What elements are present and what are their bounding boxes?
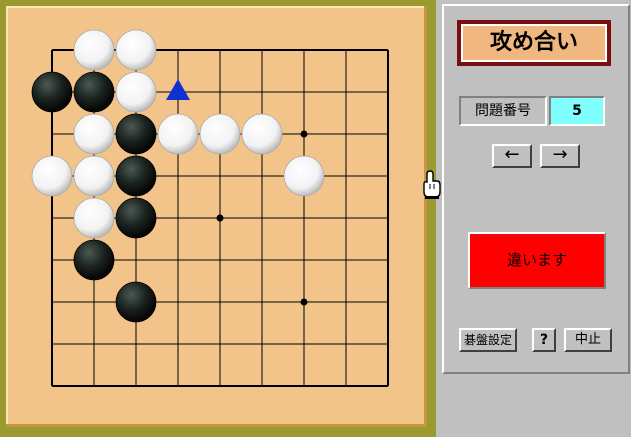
board-grid[interactable]	[6, 6, 427, 427]
black-stone[interactable]	[115, 113, 157, 155]
help-button[interactable]: ?	[532, 328, 556, 352]
black-stone[interactable]	[115, 197, 157, 239]
black-stone[interactable]	[115, 281, 157, 323]
white-stone[interactable]	[241, 113, 283, 155]
white-stone[interactable]	[31, 155, 73, 197]
board-frame	[0, 0, 436, 437]
white-stone[interactable]	[157, 113, 199, 155]
stop-button[interactable]: 中止	[564, 328, 612, 352]
pointing-hand-icon	[419, 170, 443, 204]
white-stone[interactable]	[73, 197, 115, 239]
black-stone[interactable]	[31, 71, 73, 113]
black-stone[interactable]	[73, 71, 115, 113]
star-point	[300, 130, 308, 138]
go-board[interactable]	[6, 6, 427, 427]
problem-number-label: 問題番号	[459, 96, 547, 126]
triangle-marker-icon	[166, 79, 190, 100]
result-message: 違います	[468, 232, 606, 289]
problem-number-value: 5	[549, 96, 605, 126]
black-stone[interactable]	[115, 155, 157, 197]
title-frame: 攻め合い	[457, 20, 611, 66]
white-stone[interactable]	[115, 71, 157, 113]
white-stone[interactable]	[199, 113, 241, 155]
star-point	[300, 298, 308, 306]
white-stone[interactable]	[73, 155, 115, 197]
prev-button[interactable]: ←	[492, 144, 532, 168]
white-stone[interactable]	[73, 29, 115, 71]
white-stone[interactable]	[73, 113, 115, 155]
white-stone[interactable]	[115, 29, 157, 71]
control-panel: 攻め合い 問題番号 5 ← → 違います 碁盤設定 ? 中止	[442, 4, 630, 374]
black-stone[interactable]	[73, 239, 115, 281]
page-title: 攻め合い	[461, 24, 607, 62]
star-point	[216, 214, 224, 222]
next-button[interactable]: →	[540, 144, 580, 168]
board-setup-button[interactable]: 碁盤設定	[459, 328, 517, 352]
white-stone[interactable]	[283, 155, 325, 197]
